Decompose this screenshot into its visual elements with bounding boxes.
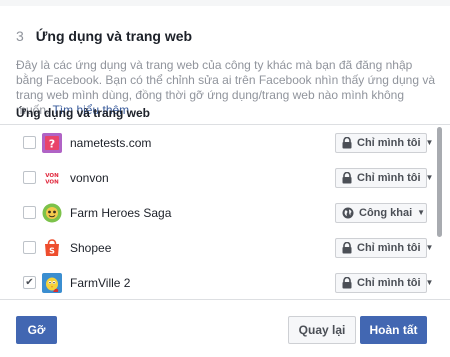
list-item: VON VON vonvon Chỉ mình tôi ▼ bbox=[0, 160, 434, 195]
lock-icon bbox=[342, 241, 352, 254]
nametests-icon: ? bbox=[42, 132, 62, 153]
lock-icon bbox=[342, 276, 352, 289]
app-name: FarmVille 2 bbox=[70, 275, 131, 290]
list-item: Farm Heroes Saga Công khai ▼ bbox=[0, 195, 434, 230]
caret-down-icon: ▼ bbox=[425, 278, 434, 287]
svg-text:VON: VON bbox=[45, 179, 59, 185]
privacy-selector[interactable]: Chỉ mình tôi ▼ bbox=[335, 237, 433, 258]
caret-down-icon: ▼ bbox=[425, 138, 434, 147]
apps-settings-panel: 3 Ứng dụng và trang web Đây là các ứng d… bbox=[0, 0, 450, 357]
lock-icon bbox=[342, 171, 352, 184]
privacy-label: Chỉ mình tôi bbox=[357, 136, 421, 149]
list-item: ✔ FarmVille 2 Chỉ mình tôi ▼ bbox=[0, 265, 434, 299]
farmville-icon bbox=[42, 272, 62, 293]
remove-button[interactable]: Gỡ bbox=[16, 316, 57, 344]
scrollbar[interactable] bbox=[437, 127, 442, 237]
apps-list: ? nametests.com Chỉ mình tôi ▼ VON VON v… bbox=[0, 124, 450, 300]
app-checkbox[interactable] bbox=[23, 171, 36, 184]
app-checkbox[interactable] bbox=[23, 136, 36, 149]
svg-text:S: S bbox=[49, 246, 55, 255]
list-item: ? nametests.com Chỉ mình tôi ▼ bbox=[0, 125, 434, 160]
privacy-label: Chỉ mình tôi bbox=[357, 241, 421, 254]
back-button[interactable]: Quay lại bbox=[288, 316, 356, 344]
app-checkbox[interactable] bbox=[23, 206, 36, 219]
privacy-selector[interactable]: Chỉ mình tôi ▼ bbox=[335, 167, 433, 188]
lock-icon bbox=[342, 136, 352, 149]
privacy-selector[interactable]: Công khai ▼ bbox=[335, 202, 427, 223]
caret-down-icon: ▼ bbox=[417, 208, 426, 217]
step-number: 3 bbox=[16, 28, 24, 44]
app-name: Shopee bbox=[70, 240, 112, 255]
privacy-selector[interactable]: Chỉ mình tôi ▼ bbox=[335, 132, 433, 153]
app-name: Farm Heroes Saga bbox=[70, 205, 172, 220]
app-name: nametests.com bbox=[70, 135, 152, 150]
privacy-label: Chỉ mình tôi bbox=[357, 171, 421, 184]
done-button[interactable]: Hoàn tất bbox=[360, 316, 427, 344]
privacy-selector[interactable]: Chỉ mình tôi ▼ bbox=[335, 272, 433, 293]
globe-icon bbox=[342, 207, 354, 219]
svg-text:?: ? bbox=[49, 137, 55, 150]
svg-text:VON: VON bbox=[45, 173, 59, 179]
app-name: vonvon bbox=[70, 170, 109, 185]
step-title: Ứng dụng và trang web bbox=[35, 28, 193, 44]
farm-heroes-icon bbox=[42, 203, 62, 223]
shopee-icon: S bbox=[42, 238, 62, 258]
step-header: 3 Ứng dụng và trang web bbox=[16, 27, 192, 45]
checkmark-icon: ✔ bbox=[25, 276, 34, 288]
app-checkbox[interactable]: ✔ bbox=[23, 276, 36, 289]
list-item: S Shopee Chỉ mình tôi ▼ bbox=[0, 230, 434, 265]
privacy-label: Chỉ mình tôi bbox=[357, 276, 421, 289]
caret-down-icon: ▼ bbox=[425, 173, 434, 182]
section-label: Ứng dụng và trang web bbox=[16, 106, 150, 120]
vonvon-icon: VON VON bbox=[42, 167, 62, 188]
top-strip bbox=[0, 0, 450, 6]
caret-down-icon: ▼ bbox=[425, 243, 434, 252]
privacy-label: Công khai bbox=[359, 206, 413, 219]
app-checkbox[interactable] bbox=[23, 241, 36, 254]
